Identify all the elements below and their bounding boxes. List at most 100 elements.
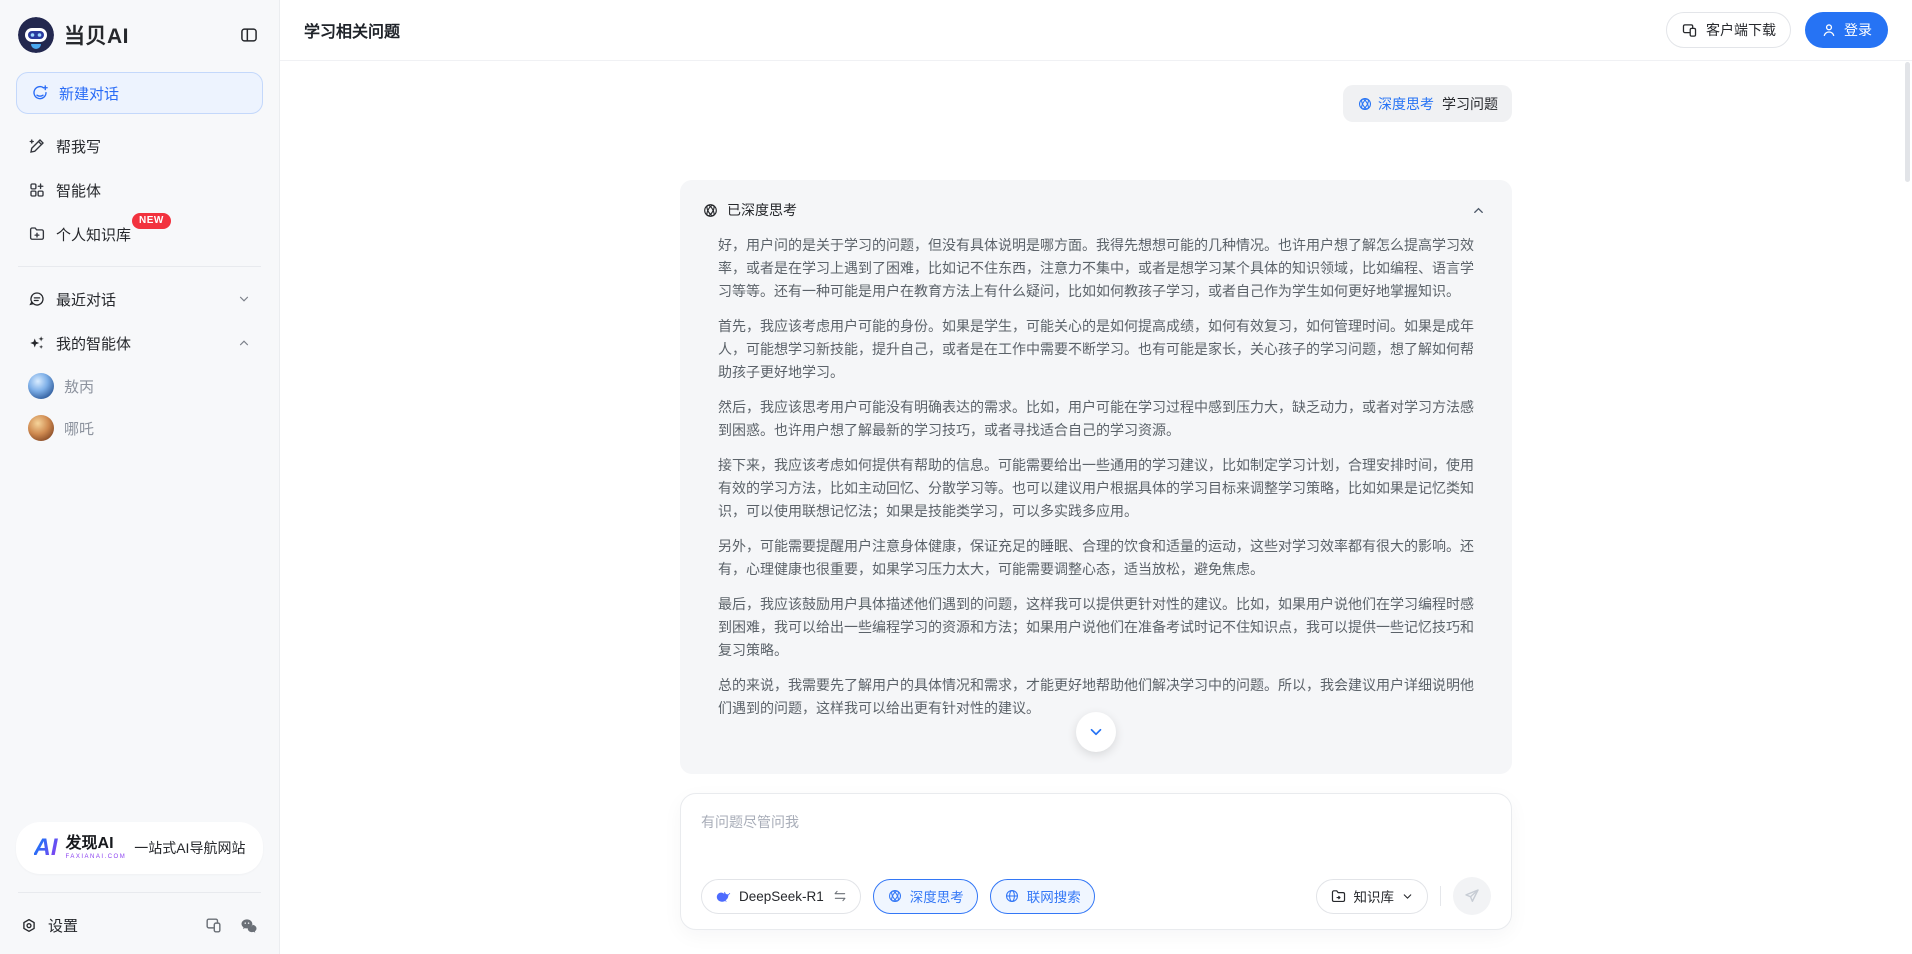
model-selector-chip[interactable]: DeepSeek-R1 xyxy=(701,879,861,914)
sidebar-item-knowledge-base[interactable]: 个人知识库 NEW xyxy=(16,212,263,256)
chat-area: 深度思考 学习问题 已深度思考 xyxy=(280,61,1912,954)
thinking-paragraph: 另外，可能需要提醒用户注意身体健康，保证充足的睡眠、合理的饮食和适量的运动，这些… xyxy=(718,535,1476,581)
faxian-ai-tagline: 一站式AI导航网站 xyxy=(134,838,245,858)
new-chat-label: 新建对话 xyxy=(59,83,119,104)
deep-think-toggle-chip[interactable]: 深度思考 xyxy=(873,879,978,914)
thinking-paragraph: 接下来，我应该考虑如何提供有帮助的信息。可能需要给出一些通用的学习建议，比如制定… xyxy=(718,454,1476,523)
login-button[interactable]: 登录 xyxy=(1805,12,1888,48)
chevron-down-icon xyxy=(1087,723,1105,741)
new-badge: NEW xyxy=(132,213,171,229)
scrollbar-thumb[interactable] xyxy=(1905,62,1910,182)
deep-think-tag-label: 深度思考 xyxy=(1378,94,1434,114)
brand-row: 当贝AI xyxy=(18,16,263,54)
settings-row: 设置 xyxy=(16,909,263,936)
sidebar-item-label: 智能体 xyxy=(56,180,101,201)
faxian-ai-promo-card[interactable]: AI 发现AI FAXIANAI.COM 一站式AI导航网站 xyxy=(16,822,263,874)
settings-label: 设置 xyxy=(48,915,78,936)
chat-bubble-icon xyxy=(28,290,46,308)
sidebar-item-agents[interactable]: 智能体 xyxy=(16,168,263,212)
deep-think-icon xyxy=(702,202,719,219)
chevron-up-icon[interactable] xyxy=(237,336,251,350)
topbar-actions: 客户端下载 登录 xyxy=(1666,12,1888,48)
sidebar-section-my-agents[interactable]: 我的智能体 xyxy=(16,321,263,365)
thinking-paragraph: 好，用户问的是关于学习的问题，但没有具体说明是哪方面。我得先想想可能的几种情况。… xyxy=(718,234,1476,303)
client-devices-icon xyxy=(1681,22,1698,39)
sidebar-bottom: AI 发现AI FAXIANAI.COM 一站式AI导航网站 设置 xyxy=(16,822,263,936)
faxian-ai-domain: FAXIANAI.COM xyxy=(66,854,127,860)
thinking-box: 已深度思考 好，用户问的是关于学习的问题，但没有具体说明是哪方面。我得先想想可能… xyxy=(680,180,1512,774)
chat-plus-icon xyxy=(31,84,49,102)
collapse-chevron-up-icon[interactable] xyxy=(1465,201,1492,220)
sidebar-item-label: 帮我写 xyxy=(56,136,101,157)
deep-think-tag: 深度思考 xyxy=(1357,94,1434,114)
main-area: 学习相关问题 客户端下载 登录 xyxy=(280,0,1912,954)
sidebar-item-help-me-write[interactable]: 帮我写 xyxy=(16,124,263,168)
faxian-ai-logo-icon: AI xyxy=(34,834,58,862)
user-icon xyxy=(1821,22,1837,38)
deep-think-icon xyxy=(887,888,903,904)
thinking-content: 好，用户问的是关于学习的问题，但没有具体说明是哪方面。我得先想想可能的几种情况。… xyxy=(718,234,1476,720)
toolbar-divider xyxy=(1440,886,1441,906)
folder-plus-icon xyxy=(28,225,46,243)
chat-column: 深度思考 学习问题 已深度思考 xyxy=(680,61,1512,774)
brand-name: 当贝AI xyxy=(64,20,129,50)
section-label: 最近对话 xyxy=(56,289,116,310)
topbar: 学习相关问题 客户端下载 登录 xyxy=(280,0,1912,61)
web-search-label: 联网搜索 xyxy=(1027,886,1081,906)
send-plane-icon xyxy=(1463,887,1481,905)
thinking-paragraph: 首先，我应该考虑用户可能的身份。如果是学生，可能关心的是如何提高成绩，如何有效复… xyxy=(718,315,1476,384)
thinking-header[interactable]: 已深度思考 xyxy=(700,198,1492,220)
web-search-toggle-chip[interactable]: 联网搜索 xyxy=(990,879,1095,914)
sidebar-collapse-icon[interactable] xyxy=(235,21,263,49)
wechat-icon[interactable] xyxy=(239,916,259,936)
chevron-down-icon[interactable] xyxy=(237,292,251,306)
scroll-to-bottom-button[interactable] xyxy=(1076,712,1116,752)
devices-icon[interactable] xyxy=(204,916,223,935)
settings-button[interactable]: 设置 xyxy=(20,915,78,936)
knowledge-base-chip[interactable]: 知识库 xyxy=(1316,879,1429,914)
folder-arrow-icon xyxy=(1330,888,1347,905)
sidebar-divider xyxy=(18,266,261,267)
client-download-label: 客户端下载 xyxy=(1706,20,1776,40)
client-download-button[interactable]: 客户端下载 xyxy=(1666,12,1791,48)
faxian-ai-brand-name: 发现AI xyxy=(66,836,127,852)
agent-item-nezha[interactable]: 哪吒 xyxy=(16,407,263,449)
sidebar-section-recent-chats[interactable]: 最近对话 xyxy=(16,277,263,321)
faxian-ai-brand: 发现AI FAXIANAI.COM xyxy=(66,836,127,860)
thinking-paragraph: 最后，我应该鼓励用户具体描述他们遇到的问题，这样我可以提供更针对性的建议。比如，… xyxy=(718,593,1476,662)
model-name: DeepSeek-R1 xyxy=(739,889,824,904)
gear-icon xyxy=(20,917,38,935)
settings-extra-icons xyxy=(204,916,259,936)
sidebar: 当贝AI 新建对话 帮我写 xyxy=(0,0,280,954)
sparkles-icon xyxy=(28,334,46,352)
agent-name: 敖丙 xyxy=(64,376,94,397)
thinking-header-label: 已深度思考 xyxy=(727,200,797,220)
globe-icon xyxy=(1004,888,1020,904)
page-title: 学习相关问题 xyxy=(304,18,400,42)
send-button[interactable] xyxy=(1453,877,1491,915)
pencil-icon xyxy=(28,137,46,155)
agent-item-aobing[interactable]: 敖丙 xyxy=(16,365,263,407)
knowledge-base-label: 知识库 xyxy=(1354,886,1395,906)
chevron-down-icon xyxy=(1401,890,1414,903)
user-message-text: 学习问题 xyxy=(1442,94,1498,114)
login-label: 登录 xyxy=(1844,20,1872,40)
avatar xyxy=(28,373,54,399)
thinking-paragraph: 然后，我应该思考用户可能没有明确表达的需求。比如，用户可能在学习过程中感到压力大… xyxy=(718,396,1476,442)
composer-toolbar: DeepSeek-R1 深度思 xyxy=(701,877,1491,915)
grid-plus-icon xyxy=(28,181,46,199)
dangbei-robot-logo-icon xyxy=(18,17,54,53)
new-chat-button[interactable]: 新建对话 xyxy=(16,72,263,114)
deepseek-whale-icon xyxy=(715,888,732,905)
user-message-row: 深度思考 学习问题 xyxy=(680,85,1512,122)
deep-think-icon xyxy=(1357,96,1373,112)
swap-model-icon xyxy=(833,889,847,903)
sidebar-divider xyxy=(18,892,261,893)
avatar xyxy=(28,415,54,441)
deep-think-label: 深度思考 xyxy=(910,886,964,906)
user-message-bubble: 深度思考 学习问题 xyxy=(1343,85,1512,122)
message-input[interactable] xyxy=(701,812,1491,860)
section-label: 我的智能体 xyxy=(56,333,131,354)
sidebar-item-label: 个人知识库 xyxy=(56,224,131,245)
composer-right-group: 知识库 xyxy=(1316,877,1492,915)
